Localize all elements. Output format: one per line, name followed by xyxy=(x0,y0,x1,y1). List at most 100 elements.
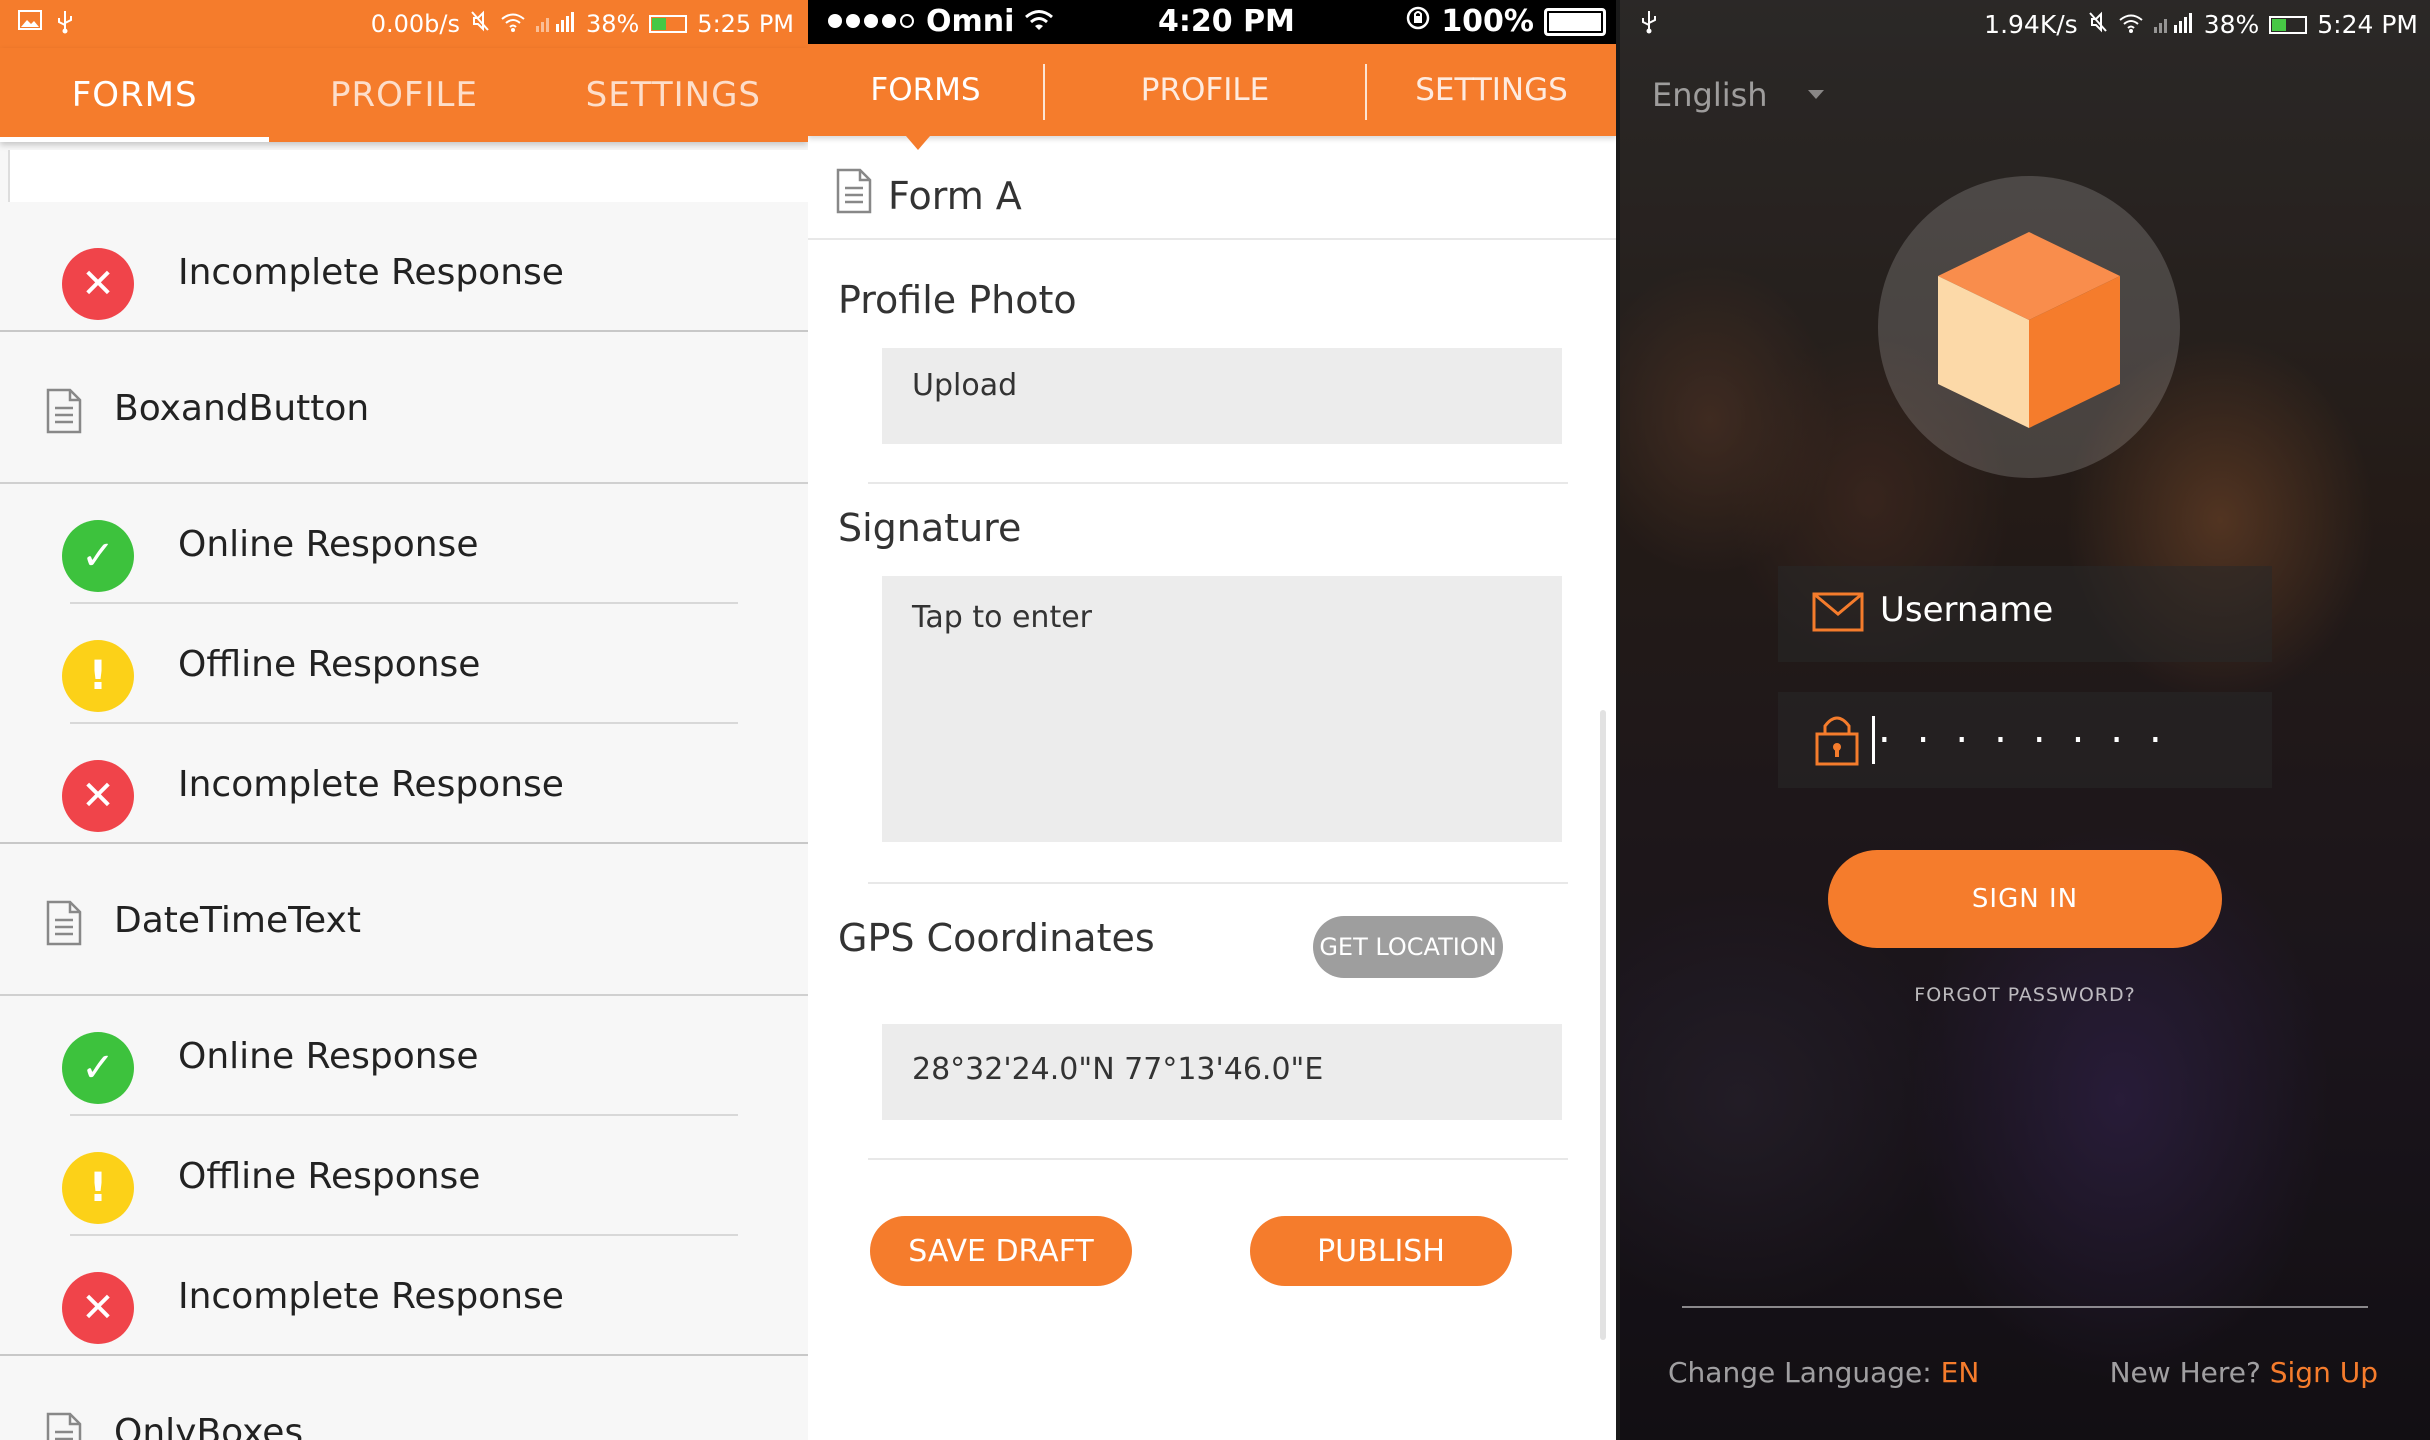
password-field[interactable]: ........ xyxy=(1778,692,2272,788)
text-cursor xyxy=(1872,716,1875,764)
document-icon xyxy=(46,388,82,438)
password-dots: ........ xyxy=(1878,706,2188,752)
signal-dots-icon xyxy=(826,4,916,39)
battery-percent: 38% xyxy=(585,10,640,38)
response-item-offline[interactable]: ! Offline Response xyxy=(0,604,808,724)
response-label: Offline Response xyxy=(178,643,481,685)
get-location-button[interactable]: GET LOCATION xyxy=(1313,916,1503,978)
username-placeholder: Username xyxy=(1880,590,2054,630)
warning-icon: ! xyxy=(62,640,134,712)
change-language: Change Language: EN xyxy=(1668,1356,1979,1389)
active-tab-caret xyxy=(906,136,930,150)
rotation-lock-icon xyxy=(1405,4,1431,39)
response-label: Incomplete Response xyxy=(178,251,564,293)
tab-settings[interactable]: SETTINGS xyxy=(1367,44,1616,136)
sign-up-link[interactable]: Sign Up xyxy=(2270,1356,2378,1389)
forms-list-screen: 0.00b/s 38% 5:25 PM FORMS PROFILE SETTIN… xyxy=(0,0,808,1440)
status-bar: Omni 4:20 PM 100% xyxy=(808,0,1616,44)
tab-profile[interactable]: PROFILE xyxy=(1045,44,1365,136)
wifi-icon xyxy=(500,10,526,38)
response-item-incomplete[interactable]: ✕ Incomplete Response xyxy=(0,212,808,332)
language-select-value: English xyxy=(1652,76,1768,114)
battery-icon xyxy=(649,15,688,33)
change-language-label: Change Language: xyxy=(1668,1356,1932,1389)
lock-icon xyxy=(1814,714,1860,770)
tab-bar: FORMS PROFILE SETTINGS xyxy=(808,44,1616,150)
signature-field[interactable]: Tap to enter xyxy=(882,576,1562,842)
new-here-label: New Here? xyxy=(2109,1356,2261,1389)
signal-icon xyxy=(2153,10,2194,39)
divider xyxy=(868,882,1568,884)
upload-field[interactable]: Upload xyxy=(882,348,1562,444)
incomplete-icon: ✕ xyxy=(62,760,134,832)
tab-bar: FORMS PROFILE SETTINGS xyxy=(0,48,808,142)
signal-icon xyxy=(535,10,576,38)
change-language-link[interactable]: EN xyxy=(1941,1356,1980,1389)
form-label: BoxandButton xyxy=(114,387,370,429)
document-icon xyxy=(46,1412,82,1440)
response-item-offline[interactable]: ! Offline Response xyxy=(0,1116,808,1236)
scrollbar[interactable] xyxy=(1600,710,1606,1340)
form-item-datetimetext[interactable]: DateTimeText xyxy=(0,844,808,996)
response-item-incomplete[interactable]: ✕ Incomplete Response xyxy=(0,724,808,844)
response-label: Incomplete Response xyxy=(178,1275,564,1317)
mute-icon xyxy=(2088,10,2108,39)
search-input[interactable] xyxy=(8,150,808,202)
document-icon xyxy=(46,900,82,950)
form-label: DateTimeText xyxy=(114,899,361,941)
form-item-onlyboxes[interactable]: OnlyBoxes xyxy=(0,1356,808,1440)
incomplete-icon: ✕ xyxy=(62,1272,134,1344)
checkmark-icon: ✓ xyxy=(62,520,134,592)
tab-forms[interactable]: FORMS xyxy=(808,44,1043,136)
form-label: OnlyBoxes xyxy=(114,1411,304,1440)
response-label: Online Response xyxy=(178,523,479,565)
warning-icon: ! xyxy=(62,1152,134,1224)
divider xyxy=(868,482,1568,484)
response-item-online[interactable]: ✓ Online Response xyxy=(0,996,808,1116)
divider xyxy=(868,1158,1568,1160)
forms-list: ✕ Incomplete Response BoxandButton ✓ Onl… xyxy=(0,212,808,1440)
response-label: Online Response xyxy=(178,1035,479,1077)
profile-photo-label: Profile Photo xyxy=(838,278,1077,322)
status-bar: 1.94K/s 38% 5:24 PM xyxy=(1620,0,2430,48)
gps-value-field[interactable]: 28°32'24.0"N 77°13'46.0"E xyxy=(882,1024,1562,1120)
gallery-icon xyxy=(18,10,42,40)
response-label: Incomplete Response xyxy=(178,763,564,805)
logo xyxy=(1878,176,2180,478)
publish-button[interactable]: PUBLISH xyxy=(1250,1216,1512,1286)
username-field[interactable]: Username xyxy=(1778,566,2272,662)
clock: 5:24 PM xyxy=(2317,10,2418,39)
envelope-icon xyxy=(1812,592,1864,636)
tab-profile[interactable]: PROFILE xyxy=(269,48,538,142)
form-header: Form A xyxy=(808,150,1616,240)
form-item-boxandbutton[interactable]: BoxandButton xyxy=(0,332,808,484)
clock: 4:20 PM xyxy=(1158,4,1295,39)
form-detail-screen: Omni 4:20 PM 100% FORMS PROFILE SETTINGS… xyxy=(808,0,1620,1440)
response-item-incomplete[interactable]: ✕ Incomplete Response xyxy=(0,1236,808,1356)
battery-percent: 38% xyxy=(2203,10,2260,39)
clock: 5:25 PM xyxy=(697,10,794,38)
battery-percent: 100% xyxy=(1441,4,1534,39)
dropdown-arrow-icon xyxy=(1808,90,1824,99)
tab-forms[interactable]: FORMS xyxy=(0,48,270,142)
mute-icon xyxy=(470,10,490,38)
login-screen: 1.94K/s 38% 5:24 PM English Username ...… xyxy=(1620,0,2430,1440)
document-icon xyxy=(836,168,872,218)
response-item-online[interactable]: ✓ Online Response xyxy=(0,484,808,604)
battery-icon xyxy=(1544,7,1606,36)
forgot-password-link[interactable]: FORGOT PASSWORD? xyxy=(1620,984,2430,1006)
cube-logo-icon xyxy=(1938,232,2120,428)
sign-up-prompt: New Here? Sign Up xyxy=(2110,1356,2378,1389)
tab-settings[interactable]: SETTINGS xyxy=(539,48,808,142)
sign-in-button[interactable]: SIGN IN xyxy=(1828,850,2222,948)
usb-icon xyxy=(1640,11,1658,40)
signature-label: Signature xyxy=(838,506,1022,550)
language-select[interactable]: English xyxy=(1652,76,1824,114)
wifi-icon xyxy=(1024,4,1054,39)
checkmark-icon: ✓ xyxy=(62,1032,134,1104)
wifi-icon xyxy=(2118,10,2144,39)
footer-divider xyxy=(1682,1306,2368,1308)
carrier-name: Omni xyxy=(926,4,1015,39)
save-draft-button[interactable]: SAVE DRAFT xyxy=(870,1216,1132,1286)
gps-label: GPS Coordinates xyxy=(838,916,1155,960)
